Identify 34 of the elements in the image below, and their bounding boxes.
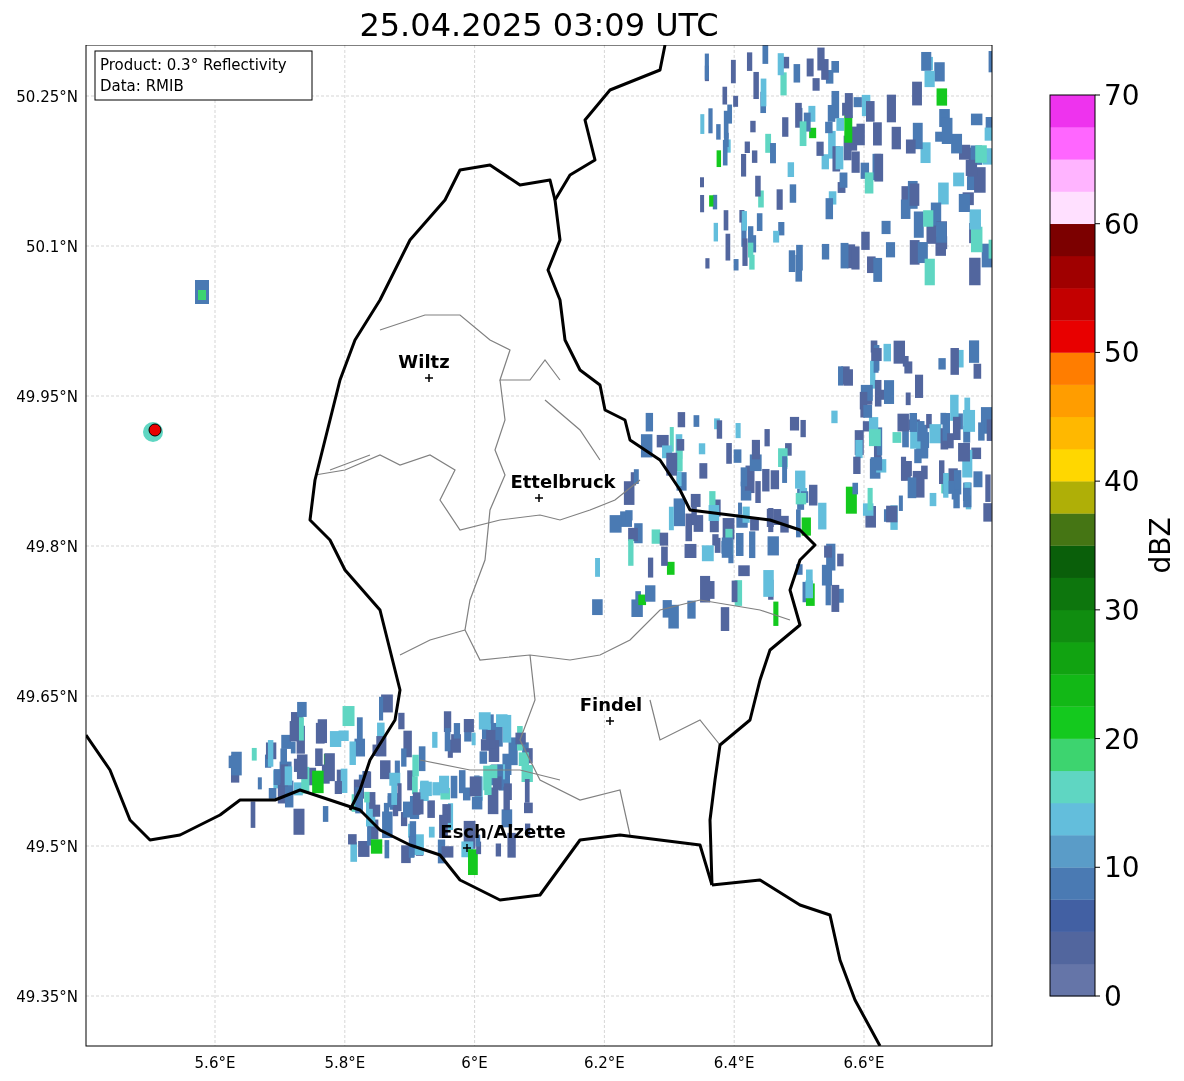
latitude-label: 50.25°N [16, 88, 78, 106]
city-marker-icon [605, 716, 615, 726]
latitude-label: 49.65°N [16, 688, 78, 706]
city-label: Findel [579, 694, 643, 715]
colorbar-tick-label: 50 [1104, 336, 1140, 370]
latitude-label: 49.35°N [16, 988, 78, 1006]
colorbar-tick-label: 60 [1104, 207, 1140, 241]
longitude-label: 5.8°E [324, 1054, 366, 1072]
colorbar-tick-label: 0 [1104, 980, 1122, 1013]
latitude-label: 50.1°N [25, 238, 78, 256]
latitude-label: 49.5°N [25, 838, 78, 856]
info-text: Data: RMIB [100, 77, 184, 95]
city-marker-icon [534, 493, 544, 503]
chart-title: 25.04.2025 03:09 UTC [359, 5, 719, 45]
longitude-label: 6.4°E [713, 1054, 755, 1072]
city-label: Wiltz [398, 351, 450, 372]
colorbar-tick-label: 10 [1104, 851, 1140, 885]
radar-site-icon [143, 422, 163, 442]
longitude-label: 6°E [461, 1054, 488, 1072]
colorbar-tick-label: 40 [1104, 465, 1140, 499]
latitude-label: 49.8°N [25, 538, 78, 556]
colorbar-label: dBZ [1144, 517, 1177, 574]
longitude-label: 6.2°E [584, 1054, 625, 1072]
city-label: Ettelbruck [510, 471, 616, 492]
city-marker-icon [462, 843, 472, 853]
colorbar-tick-label: 70 [1104, 79, 1140, 112]
longitude-label: 5.6°E [194, 1054, 236, 1072]
longitude-label: 6.6°E [843, 1054, 885, 1072]
colorbar-tick-label: 20 [1104, 722, 1140, 756]
info-text: Product: 0.3° Reflectivity [100, 56, 287, 74]
city-marker-icon [424, 373, 434, 383]
latitude-label: 49.95°N [16, 388, 78, 406]
colorbar-tick-label: 30 [1104, 593, 1140, 627]
rain-cell-icon [195, 280, 209, 304]
